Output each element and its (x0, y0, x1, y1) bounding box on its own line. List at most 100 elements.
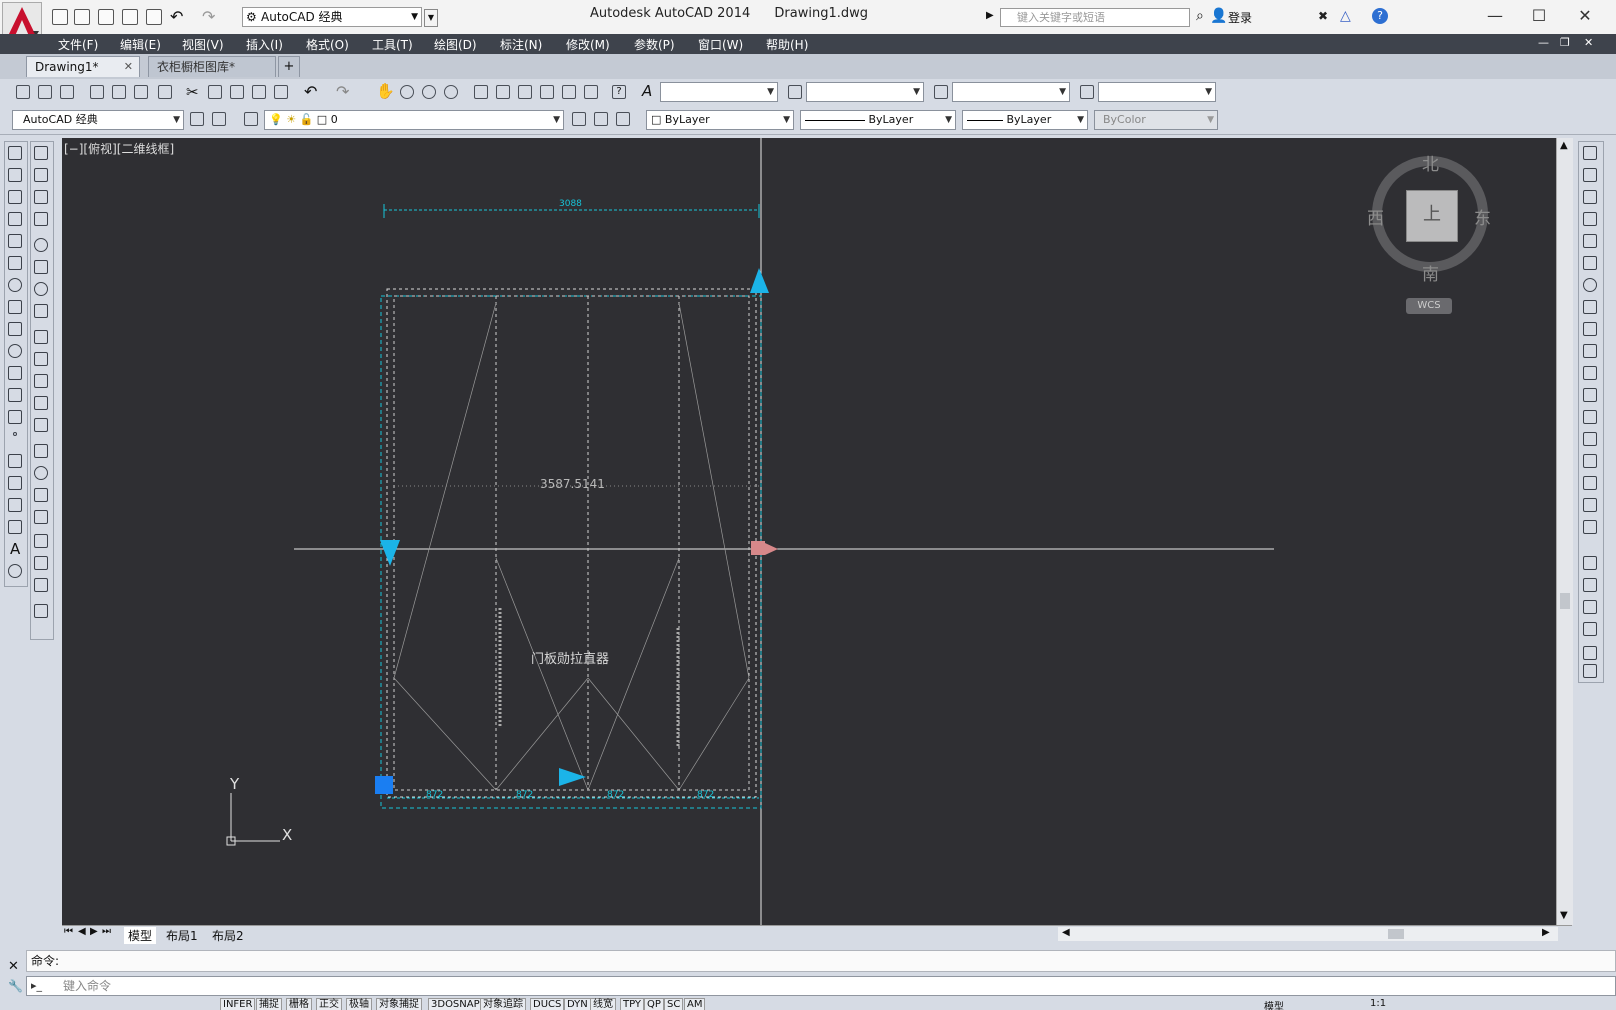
redo-icon[interactable]: ↷ (202, 7, 215, 26)
layout-tab-layout2[interactable]: 布局2 (212, 927, 244, 944)
hot-grip[interactable] (751, 541, 765, 555)
dimension-value-text[interactable]: 3587.5141 (540, 477, 605, 491)
spline-icon[interactable] (8, 322, 22, 336)
move-icon[interactable] (1583, 256, 1597, 270)
dim-break-icon[interactable] (34, 418, 48, 432)
ucs-menu-button[interactable]: WCS (1406, 298, 1452, 314)
command-input[interactable]: ▸_ 键入命令 (26, 976, 1616, 996)
bottom-dim-text[interactable]: 872 (516, 790, 533, 800)
mtext-icon[interactable]: A (10, 540, 20, 558)
sheet-set-icon[interactable] (540, 85, 554, 99)
quick-dim-icon[interactable] (34, 330, 48, 344)
circle-icon[interactable] (8, 278, 22, 292)
qat-customize-icon[interactable]: ▼ (424, 9, 438, 27)
zoom-window-icon[interactable] (422, 85, 436, 99)
menu-insert[interactable]: 插入(I) (246, 36, 283, 53)
status-otrack[interactable]: 对象追踪 (480, 998, 526, 1010)
construction-line-icon[interactable] (8, 168, 22, 182)
bottom-dim-text[interactable]: 872 (607, 790, 624, 800)
text-style-icon[interactable]: A (642, 82, 652, 100)
angular-dim-icon[interactable] (34, 304, 48, 318)
drawing-svg[interactable] (62, 138, 1556, 925)
make-current-icon[interactable] (572, 112, 586, 126)
status-model[interactable]: 模型 (1264, 998, 1284, 1010)
prev-layout-icon[interactable]: ◀ (78, 926, 86, 937)
doc-close-icon[interactable]: ✕ (1584, 36, 1593, 49)
ellipse-icon[interactable] (8, 344, 22, 358)
array-icon[interactable] (1583, 234, 1597, 248)
top-dimension-text[interactable]: 3088 (559, 199, 582, 209)
login-link[interactable]: 登录 (1228, 9, 1252, 26)
close-button[interactable]: ✕ (1572, 4, 1598, 28)
paste-icon[interactable] (230, 85, 244, 99)
status-tpy[interactable]: TPY (620, 998, 645, 1010)
cabinet-frame[interactable] (386, 288, 757, 798)
dimedit-icon[interactable] (34, 534, 48, 548)
table-style-dropdown[interactable]: ▼ (952, 82, 1070, 102)
continue-dim-icon[interactable] (34, 374, 48, 388)
doc-restore-icon[interactable]: ❐ (1560, 36, 1570, 49)
help-icon[interactable]: ? (612, 85, 626, 99)
file-tab-drawing1[interactable]: Drawing1* ✕ (26, 56, 140, 77)
center-mark-icon[interactable] (34, 466, 48, 480)
first-layout-icon[interactable]: ⏮ (64, 926, 73, 937)
dimtedit-icon[interactable] (34, 556, 48, 570)
menu-edit[interactable]: 编辑(E) (120, 36, 161, 53)
markup-icon[interactable] (562, 85, 576, 99)
offset-icon[interactable] (1583, 212, 1597, 226)
viewcube-north[interactable]: 北 (1422, 150, 1439, 175)
dim-style-icon[interactable] (788, 85, 802, 99)
draworder-under-icon[interactable] (1583, 622, 1597, 636)
maximize-button[interactable]: ☐ (1526, 4, 1552, 28)
stretch-grip-down[interactable] (380, 540, 400, 566)
diameter-dim-icon[interactable] (34, 282, 48, 296)
status-ortho[interactable]: 正交 (316, 998, 342, 1010)
qnew-icon[interactable] (16, 85, 30, 99)
add-selected-icon[interactable] (8, 564, 22, 578)
minimize-button[interactable]: — (1482, 4, 1508, 28)
layer-dropdown[interactable]: 💡 ☀ 🔓 □ 0 ▼ (264, 110, 564, 130)
table-icon[interactable] (8, 520, 22, 534)
undo-icon[interactable]: ↶ (304, 82, 317, 101)
scroll-right-icon[interactable]: ▶ (1542, 927, 1550, 938)
viewcube-south[interactable]: 南 (1422, 260, 1439, 285)
table-style-icon[interactable] (934, 85, 948, 99)
mirror-icon[interactable] (1583, 190, 1597, 204)
ordinate-dim-icon[interactable] (34, 212, 48, 226)
baseline-dim-icon[interactable] (34, 352, 48, 366)
drawing-canvas[interactable]: [−][俯视][二维线框] 3088 3587.5141 门板勋拉直器 872 … (62, 138, 1556, 925)
3d-print-icon[interactable] (158, 85, 172, 99)
status-qp[interactable]: QP (644, 998, 664, 1010)
line-icon[interactable] (8, 146, 22, 160)
hscroll-thumb[interactable] (1388, 929, 1404, 939)
save-icon[interactable] (98, 9, 114, 25)
join-icon[interactable] (1583, 432, 1597, 446)
redo-icon[interactable]: ↷ (336, 82, 349, 101)
multileader-style-dropdown[interactable]: ▼ (1098, 82, 1216, 102)
draworder-above-icon[interactable] (1583, 600, 1597, 614)
draworder-front-icon[interactable] (1583, 556, 1597, 570)
print-icon[interactable] (146, 9, 162, 25)
arc-icon[interactable] (8, 256, 22, 270)
layout-tab-model[interactable]: 模型 (124, 927, 157, 944)
polyline-icon[interactable] (8, 190, 22, 204)
dim-space-icon[interactable] (34, 396, 48, 410)
hatch-to-back-icon[interactable] (1583, 664, 1597, 678)
rotate-icon[interactable] (1583, 278, 1597, 292)
quickcalc-icon[interactable] (584, 85, 598, 99)
jogged-linear-icon[interactable] (34, 510, 48, 524)
design-center-icon[interactable] (496, 85, 510, 99)
viewcube-east[interactable]: 东 (1474, 204, 1491, 229)
block-label-text[interactable]: 门板勋拉直器 (531, 648, 609, 667)
workspace-dropdown[interactable]: ⚙ AutoCAD 经典 ▼ (242, 7, 422, 27)
status-ducs[interactable]: DUCS (530, 998, 565, 1010)
tool-palettes-icon[interactable] (518, 85, 532, 99)
jogged-dim-icon[interactable] (34, 260, 48, 274)
status-infer[interactable]: INFER (220, 998, 256, 1010)
block-editor-icon[interactable] (274, 85, 288, 99)
status-3dosnap[interactable]: 3DOSNAP (428, 998, 483, 1010)
layer-state-icon[interactable] (616, 112, 630, 126)
bottom-dim-text[interactable]: 872 (426, 790, 443, 800)
layout-tab-layout1[interactable]: 布局1 (166, 927, 198, 944)
status-osnap[interactable]: 对象捕捉 (376, 998, 422, 1010)
